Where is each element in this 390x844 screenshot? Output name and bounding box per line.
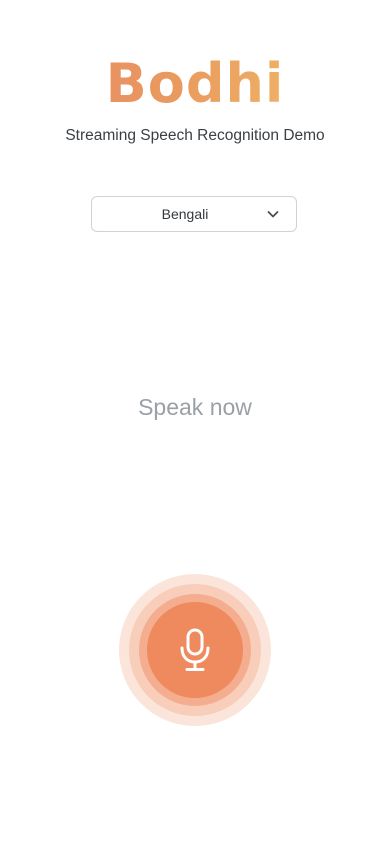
microphone-icon [180,628,210,671]
app-logo: Bodhi [0,52,390,116]
language-select[interactable]: Bengali [91,196,297,232]
mic-button[interactable] [147,602,243,698]
chevron-down-icon [266,207,280,221]
app-subtitle: Streaming Speech Recognition Demo [65,127,325,144]
mic-control [119,574,271,726]
app-screen: Bodhi Streaming Speech Recognition Demo … [0,0,390,844]
language-select-value: Bengali [161,206,209,222]
speak-prompt: Speak now [138,394,252,420]
